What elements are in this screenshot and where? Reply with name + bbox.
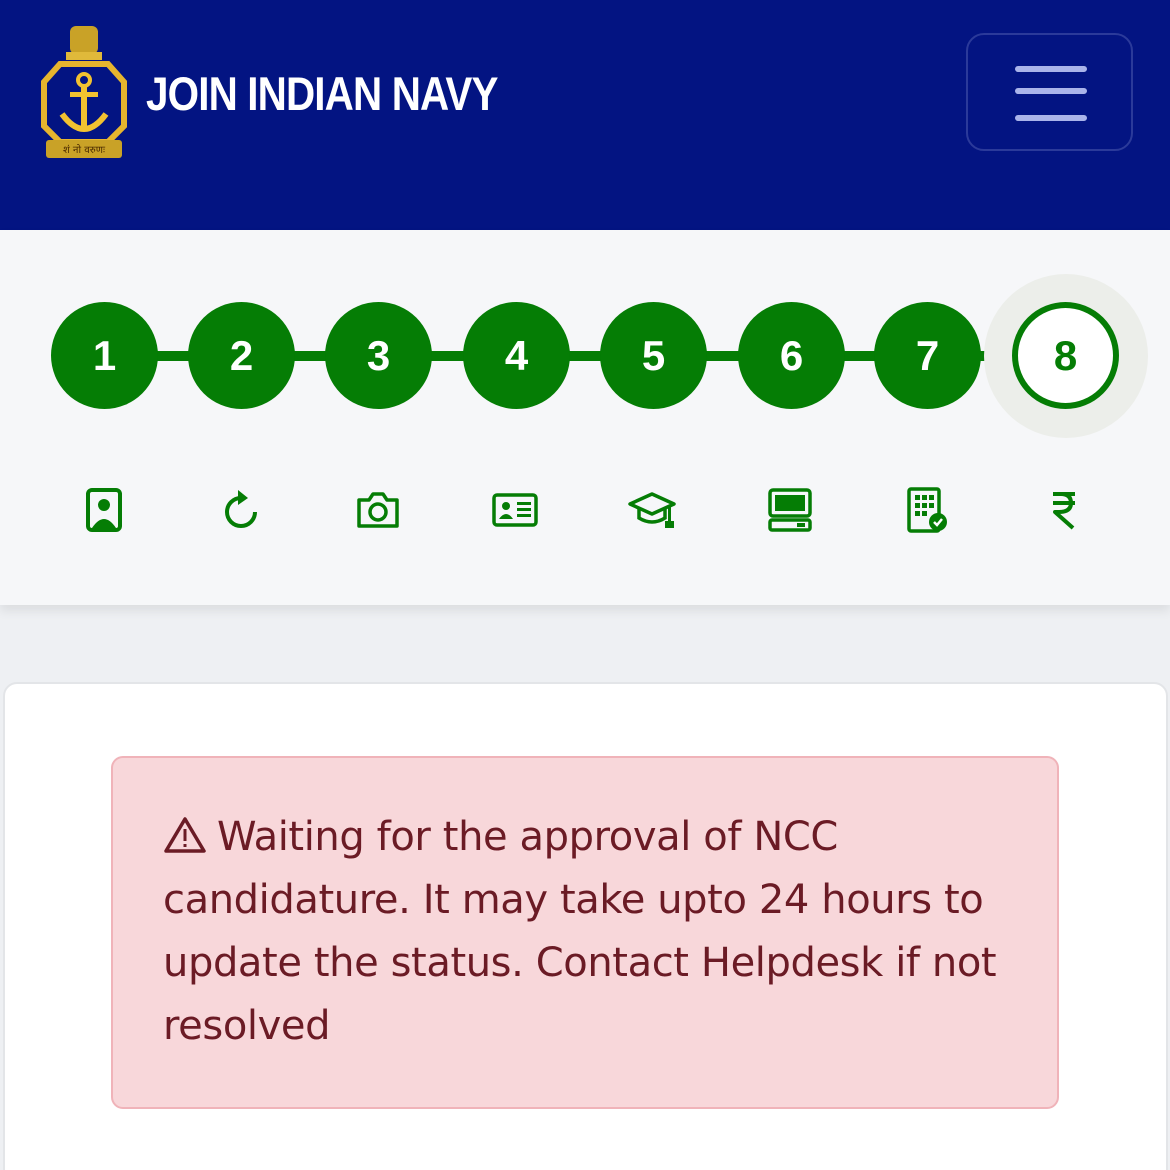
step-1[interactable]: 1 — [51, 302, 158, 409]
step-6[interactable]: 6 — [738, 302, 845, 409]
hamburger-menu-icon — [1015, 66, 1087, 72]
user-portrait-icon[interactable] — [74, 485, 134, 535]
graduation-cap-icon[interactable] — [622, 485, 682, 535]
indian-navy-crest-icon[interactable]: शं नो वरुणः — [40, 22, 128, 162]
hamburger-menu-icon-bar — [1015, 115, 1087, 121]
computer-icon[interactable] — [760, 485, 820, 535]
step-8-current[interactable]: 8 — [1012, 302, 1119, 409]
emblem-motto: शं नो वरुणः — [63, 144, 106, 156]
rupee-icon[interactable] — [1034, 485, 1094, 535]
step-3[interactable]: 3 — [325, 302, 432, 409]
warning-icon — [164, 817, 206, 853]
hamburger-menu-icon-bar — [1015, 88, 1087, 94]
step-7[interactable]: 7 — [874, 302, 981, 409]
step-2[interactable]: 2 — [188, 302, 295, 409]
step-5[interactable]: 5 — [600, 302, 707, 409]
top-navbar: शं नो वरुणः JOIN INDIAN NAVY — [0, 0, 1170, 230]
alert-message-block: Waiting for the approval of NCC candidat… — [163, 806, 1023, 1058]
application-stepper: 1 2 3 4 5 6 7 8 — [0, 230, 1170, 605]
id-card-icon[interactable] — [485, 485, 545, 535]
brand-title[interactable]: JOIN INDIAN NAVY — [146, 66, 498, 121]
building-check-icon[interactable] — [897, 485, 957, 535]
step-4[interactable]: 4 — [463, 302, 570, 409]
camera-icon[interactable] — [348, 485, 408, 535]
refresh-icon[interactable] — [211, 485, 271, 535]
ncc-approval-alert: Waiting for the approval of NCC candidat… — [111, 756, 1059, 1109]
alert-message: Waiting for the approval of NCC candidat… — [163, 814, 997, 1049]
hamburger-menu-button[interactable] — [966, 33, 1133, 151]
